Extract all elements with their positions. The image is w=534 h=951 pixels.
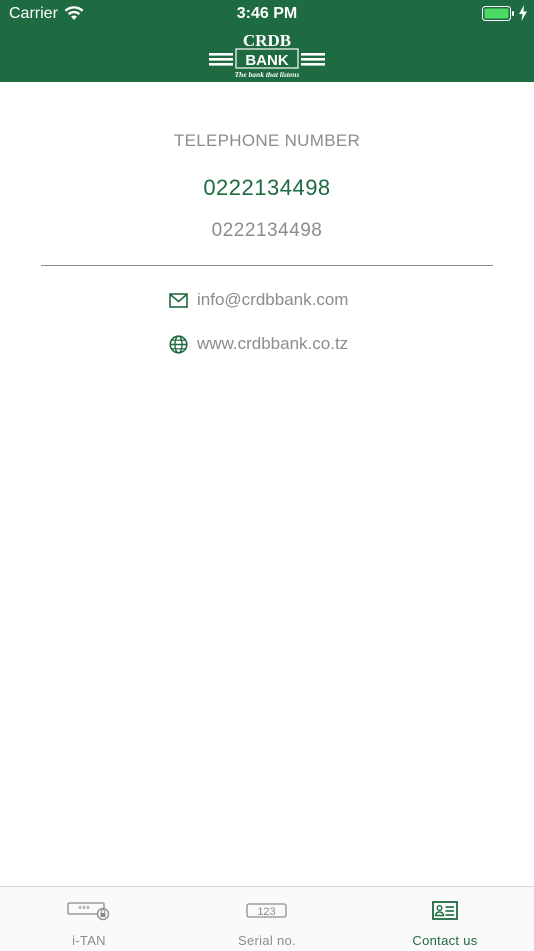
envelope-icon — [168, 290, 188, 310]
telephone-primary-link[interactable]: 0222134498 — [0, 175, 534, 201]
logo-tagline: The bank that listens — [235, 70, 300, 79]
status-time: 3:46 PM — [236, 5, 298, 22]
charging-icon — [518, 5, 528, 26]
logo-crdb-text: CRDB — [243, 31, 291, 50]
globe-icon — [168, 334, 188, 354]
email-row[interactable]: info@crdbbank.com — [168, 289, 348, 311]
svg-text:***: *** — [78, 905, 90, 916]
tab-bar: *** i-TAN 123 Serial no. Contact us — [0, 886, 534, 951]
telephone-secondary-link[interactable]: 0222134498 — [0, 220, 534, 242]
divider — [41, 265, 493, 266]
password-lock-icon: *** — [0, 901, 178, 921]
crdb-bank-logo: CRDB BANK The bank that listens — [207, 31, 327, 84]
logo-bank-text: BANK — [245, 52, 288, 69]
website-link[interactable]: www.crdbbank.co.tz — [197, 334, 348, 354]
svg-text:123: 123 — [257, 906, 275, 918]
website-row[interactable]: www.crdbbank.co.tz — [168, 333, 348, 355]
contact-card-icon — [356, 901, 534, 921]
app-header: Carrier 3:46 PM CRDB BANK The bank that … — [0, 0, 534, 82]
telephone-label: TELEPHONE NUMBER — [173, 131, 361, 150]
tab-contact-us-label: Contact us — [412, 933, 478, 948]
tab-i-tan[interactable]: *** i-TAN — [0, 887, 178, 951]
tab-serial-no-label: Serial no. — [238, 933, 296, 948]
battery-icon — [482, 6, 515, 26]
tab-serial-no[interactable]: 123 Serial no. — [178, 887, 356, 951]
tab-i-tan-label: i-TAN — [72, 933, 106, 948]
tab-contact-us[interactable]: Contact us — [356, 887, 534, 951]
email-link[interactable]: info@crdbbank.com — [197, 290, 348, 310]
serial-number-icon: 123 — [178, 901, 356, 921]
